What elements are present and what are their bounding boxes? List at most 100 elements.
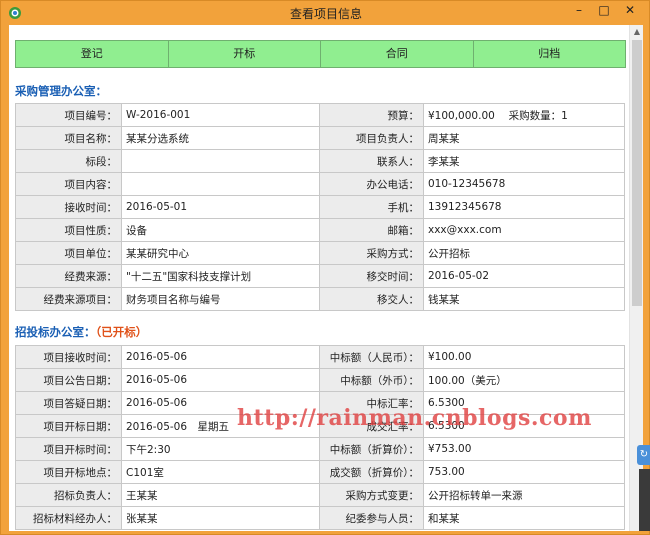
bidding-section-label: 招投标办公室： xyxy=(15,325,96,339)
watermark-text: http://rainman.cnblogs.com xyxy=(237,405,592,431)
field-value: xxx@xxx.com xyxy=(423,218,625,242)
field-label: 项目公告日期： xyxy=(15,368,122,392)
table-row: 接收时间： 2016-05-01 手机： 13912345678 xyxy=(15,195,625,219)
field-label: 经费来源项目： xyxy=(15,287,122,311)
table-row: 项目接收时间： 2016-05-06 中标额（人民币）： ¥100.00 xyxy=(15,345,625,369)
table-row: 项目名称： 某某分选系统 项目负责人： 周某某 xyxy=(15,126,625,150)
field-value: 2016-05-01 xyxy=(121,195,320,219)
field-value: ¥100.00 xyxy=(423,345,625,369)
field-label: 移交人： xyxy=(319,287,424,311)
procurement-table: 项目编号： W-2016-001 预算： ¥100,000.00 采购数量：1 项目名称… xyxy=(15,103,625,311)
app-window: 查看项目信息 – □ ✕ 登记 开标 合同 归档 采购管理办公室： 项目编号： W… xyxy=(0,0,650,535)
field-value: 2016-05-06 xyxy=(121,368,320,392)
field-value xyxy=(121,172,320,196)
field-value: 010-12345678 xyxy=(423,172,625,196)
field-value: 13912345678 xyxy=(423,195,625,219)
field-label: 项目接收时间： xyxy=(15,345,122,369)
field-label: 标段： xyxy=(15,149,122,173)
field-label: 邮箱： xyxy=(319,218,424,242)
tab-bar: 登记 开标 合同 归档 xyxy=(15,40,626,68)
field-value: 2016-05-02 xyxy=(423,264,625,288)
field-value: 和某某 xyxy=(423,506,625,530)
field-label: 项目答疑日期： xyxy=(15,391,122,415)
field-label: 项目开标地点： xyxy=(15,460,122,484)
field-value xyxy=(121,149,320,173)
field-value: W-2016-001 xyxy=(121,103,320,127)
table-row: 项目开标时间： 下午2:30 中标额（折算价）： ¥753.00 xyxy=(15,437,625,461)
bidding-table: 项目接收时间： 2016-05-06 中标额（人民币）： ¥100.00 项目公告日期：… xyxy=(15,345,625,530)
field-label: 联系人： xyxy=(319,149,424,173)
field-label: 采购方式： xyxy=(319,241,424,265)
field-label: 纪委参与人员： xyxy=(319,506,424,530)
field-value: ¥100,000.00 采购数量：1 xyxy=(423,103,625,127)
field-label: 移交时间： xyxy=(319,264,424,288)
field-label: 办公电话： xyxy=(319,172,424,196)
close-button[interactable]: ✕ xyxy=(613,1,647,21)
content-pane: 登记 开标 合同 归档 采购管理办公室： 项目编号： W-2016-001 预算： ¥… xyxy=(9,25,629,531)
tab-register[interactable]: 登记 xyxy=(16,41,169,67)
field-value: 753.00 xyxy=(423,460,625,484)
field-label: 中标额（外币）： xyxy=(319,368,424,392)
field-label: 项目编号： xyxy=(15,103,122,127)
client-area: 登记 开标 合同 归档 采购管理办公室： 项目编号： W-2016-001 预算： ¥… xyxy=(9,25,643,531)
field-value: ¥753.00 xyxy=(423,437,625,461)
field-label: 招标负责人： xyxy=(15,483,122,507)
title-bar[interactable]: 查看项目信息 – □ ✕ xyxy=(1,1,650,25)
field-label: 采购方式变更： xyxy=(319,483,424,507)
field-label: 项目负责人： xyxy=(319,126,424,150)
field-value: 张某某 xyxy=(121,506,320,530)
field-label: 项目内容： xyxy=(15,172,122,196)
field-value: 周某某 xyxy=(423,126,625,150)
field-label: 招标材料经办人： xyxy=(15,506,122,530)
field-value: 公开招标 xyxy=(423,241,625,265)
bidding-section-title: 招投标办公室：（已开标） xyxy=(15,324,147,340)
table-row: 项目性质： 设备 邮箱： xxx@xxx.com xyxy=(15,218,625,242)
minimize-button[interactable]: – xyxy=(566,1,592,21)
field-label: 项目单位： xyxy=(15,241,122,265)
table-row: 项目内容： 办公电话： 010-12345678 xyxy=(15,172,625,196)
scrollbar-thumb[interactable] xyxy=(632,40,642,306)
field-value: 下午2:30 xyxy=(121,437,320,461)
table-row: 项目单位： 某某研究中心 采购方式： 公开招标 xyxy=(15,241,625,265)
field-value: 100.00（美元） xyxy=(423,368,625,392)
field-value: C101室 xyxy=(121,460,320,484)
field-label: 中标额（人民币）： xyxy=(319,345,424,369)
field-label: 接收时间： xyxy=(15,195,122,219)
table-row: 招标负责人： 王某某 采购方式变更： 公开招标转单一来源 xyxy=(15,483,625,507)
field-label: 成交额（折算价）： xyxy=(319,460,424,484)
field-value: 设备 xyxy=(121,218,320,242)
field-label: 预算： xyxy=(319,103,424,127)
field-label: 项目开标日期： xyxy=(15,414,122,438)
table-row: 项目编号： W-2016-001 预算： ¥100,000.00 采购数量：1 xyxy=(15,103,625,127)
field-label: 项目性质： xyxy=(15,218,122,242)
tab-contract[interactable]: 合同 xyxy=(321,41,474,67)
tab-archive[interactable]: 归档 xyxy=(474,41,626,67)
side-thumbnail xyxy=(639,469,650,531)
field-label: 经费来源： xyxy=(15,264,122,288)
field-value: 钱某某 xyxy=(423,287,625,311)
field-value: 某某研究中心 xyxy=(121,241,320,265)
field-value: 公开招标转单一来源 xyxy=(423,483,625,507)
field-label: 中标额（折算价）： xyxy=(319,437,424,461)
table-row: 经费来源： "十二五"国家科技支撑计划 移交时间： 2016-05-02 xyxy=(15,264,625,288)
table-row: 项目开标地点： C101室 成交额（折算价）： 753.00 xyxy=(15,460,625,484)
field-value: 某某分选系统 xyxy=(121,126,320,150)
field-value: 李某某 xyxy=(423,149,625,173)
scroll-up-arrow-icon[interactable]: ▲ xyxy=(630,25,643,39)
field-label: 手机： xyxy=(319,195,424,219)
table-row: 标段： 联系人： 李某某 xyxy=(15,149,625,173)
field-value: 2016-05-06 xyxy=(121,345,320,369)
table-row: 经费来源项目： 财务项目名称与编号 移交人： 钱某某 xyxy=(15,287,625,311)
refresh-icon[interactable]: ↻ xyxy=(637,445,650,465)
status-badge: （已开标） xyxy=(95,325,148,339)
table-row: 项目公告日期： 2016-05-06 中标额（外币）： 100.00（美元） xyxy=(15,368,625,392)
tab-bid-opening[interactable]: 开标 xyxy=(169,41,321,67)
table-row: 招标材料经办人： 张某某 纪委参与人员： 和某某 xyxy=(15,506,625,530)
field-label: 项目名称： xyxy=(15,126,122,150)
field-value: 王某某 xyxy=(121,483,320,507)
procurement-section-title: 采购管理办公室： xyxy=(15,84,107,98)
window-title: 查看项目信息 xyxy=(289,7,362,21)
field-value: "十二五"国家科技支撑计划 xyxy=(121,264,320,288)
field-label: 项目开标时间： xyxy=(15,437,122,461)
field-value: 财务项目名称与编号 xyxy=(121,287,320,311)
